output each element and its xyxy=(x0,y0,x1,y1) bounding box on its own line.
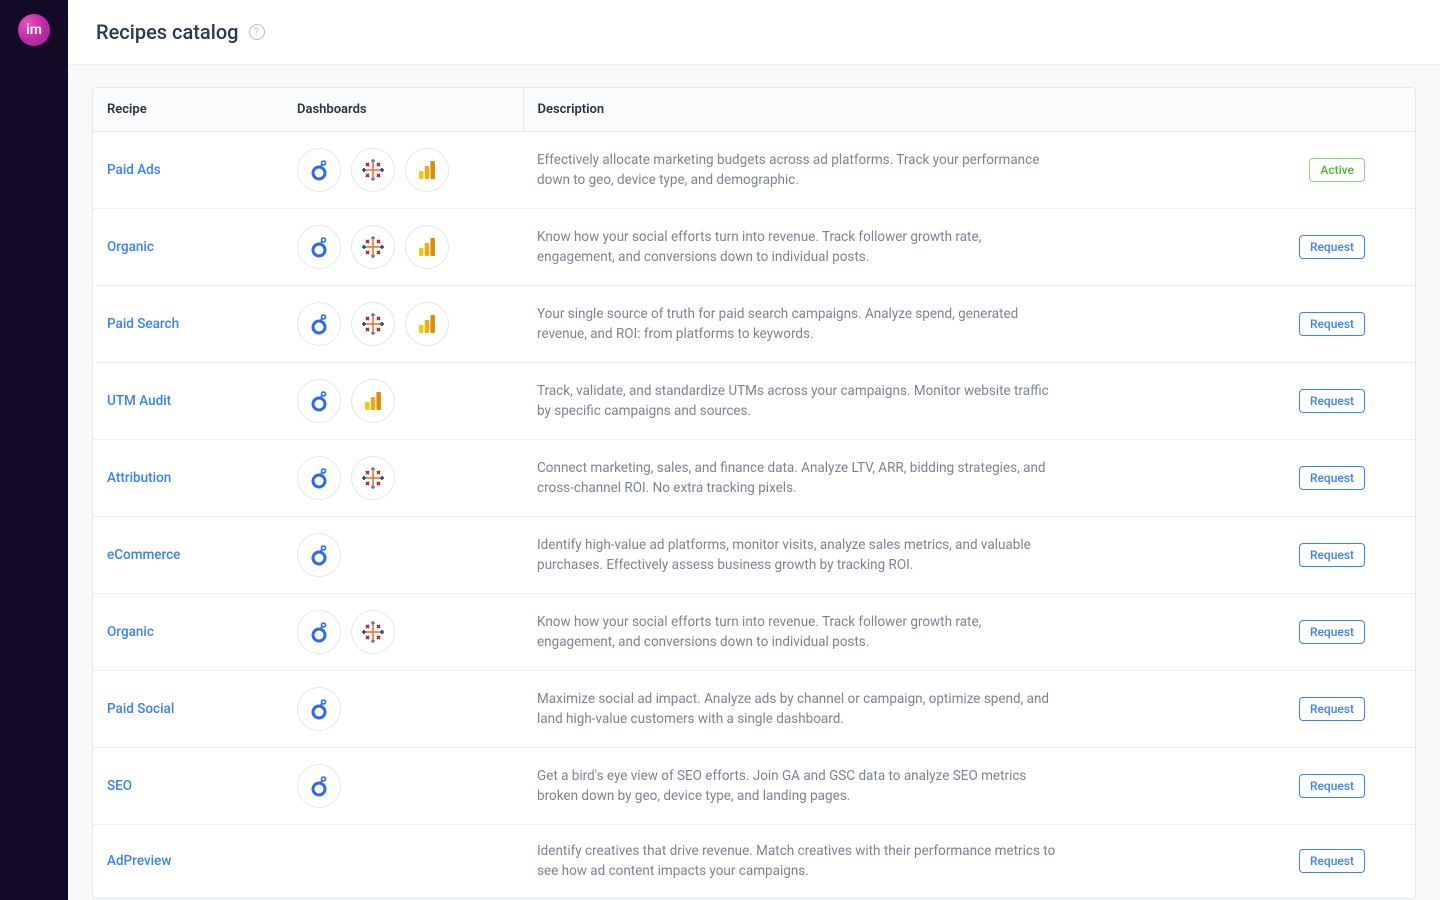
recipe-description: Get a bird's eye view of SEO efforts. Jo… xyxy=(537,766,1057,807)
recipe-description: Your single source of truth for paid sea… xyxy=(537,304,1057,345)
dashboards-cell xyxy=(297,687,509,731)
tableau-dashboard-icon[interactable] xyxy=(351,148,395,192)
table-row: UTM Audit Track, validate, and standardi… xyxy=(93,363,1415,440)
recipe-link[interactable]: SEO xyxy=(107,778,132,794)
recipe-link[interactable]: Attribution xyxy=(107,470,171,486)
tableau-icon xyxy=(361,466,385,490)
request-button[interactable]: Request xyxy=(1299,235,1365,259)
looker-dashboard-icon[interactable] xyxy=(297,302,341,346)
table-row: SEO Get a bird's eye view of SEO efforts… xyxy=(93,748,1415,825)
recipe-description: Connect marketing, sales, and finance da… xyxy=(537,458,1057,499)
logo-text: im xyxy=(26,22,42,38)
looker-icon xyxy=(307,389,331,413)
request-button[interactable]: Request xyxy=(1299,849,1365,873)
looker-dashboard-icon[interactable] xyxy=(297,456,341,500)
looker-icon xyxy=(307,235,331,259)
dashboards-cell xyxy=(297,456,509,500)
looker-dashboard-icon[interactable] xyxy=(297,687,341,731)
powerbi-dashboard-icon[interactable] xyxy=(405,225,449,269)
dashboards-cell xyxy=(297,148,509,192)
powerbi-dashboard-icon[interactable] xyxy=(405,148,449,192)
sidebar: im xyxy=(0,0,68,900)
table-header-row: Recipe Dashboards Description xyxy=(93,88,1415,132)
app-logo[interactable]: im xyxy=(18,14,50,46)
content-area: Recipe Dashboards Description Paid Ads xyxy=(68,65,1440,900)
dashboards-cell xyxy=(297,225,509,269)
recipe-description: Identify creatives that drive revenue. M… xyxy=(537,841,1057,882)
powerbi-icon xyxy=(415,158,439,182)
tableau-dashboard-icon[interactable] xyxy=(351,225,395,269)
looker-dashboard-icon[interactable] xyxy=(297,610,341,654)
recipes-table: Recipe Dashboards Description Paid Ads xyxy=(92,87,1416,899)
col-actions xyxy=(1265,88,1415,132)
recipe-link[interactable]: Paid Search xyxy=(107,316,179,332)
recipe-link[interactable]: Paid Social xyxy=(107,701,174,717)
status-badge-active: Active xyxy=(1309,158,1365,182)
looker-icon xyxy=(307,158,331,182)
recipe-link[interactable]: Organic xyxy=(107,624,154,640)
looker-icon xyxy=(307,620,331,644)
help-icon[interactable]: ? xyxy=(249,24,265,40)
tableau-icon xyxy=(361,620,385,644)
looker-icon xyxy=(307,466,331,490)
tableau-dashboard-icon[interactable] xyxy=(351,456,395,500)
powerbi-icon xyxy=(361,389,385,413)
powerbi-icon xyxy=(415,312,439,336)
table-row: Organic Know how your social efforts xyxy=(93,594,1415,671)
recipe-link[interactable]: eCommerce xyxy=(107,547,180,563)
dashboards-cell xyxy=(297,533,509,577)
looker-icon xyxy=(307,312,331,336)
request-button[interactable]: Request xyxy=(1299,620,1365,644)
tableau-dashboard-icon[interactable] xyxy=(351,302,395,346)
looker-dashboard-icon[interactable] xyxy=(297,764,341,808)
request-button[interactable]: Request xyxy=(1299,466,1365,490)
powerbi-dashboard-icon[interactable] xyxy=(351,379,395,423)
looker-icon xyxy=(307,697,331,721)
recipe-link[interactable]: Organic xyxy=(107,239,154,255)
recipe-link[interactable]: UTM Audit xyxy=(107,393,171,409)
dashboards-cell xyxy=(297,610,509,654)
request-button[interactable]: Request xyxy=(1299,312,1365,336)
dashboards-cell xyxy=(297,379,509,423)
page-header: Recipes catalog ? xyxy=(68,0,1440,65)
col-description: Description xyxy=(523,88,1265,132)
dashboards-cell xyxy=(297,302,509,346)
tableau-icon xyxy=(361,235,385,259)
table-row: eCommerce Identify high-value ad platfor… xyxy=(93,517,1415,594)
table-row: Paid Social Maximize social ad impact. A… xyxy=(93,671,1415,748)
table-row: Paid Search Yo xyxy=(93,286,1415,363)
recipe-description: Maximize social ad impact. Analyze ads b… xyxy=(537,689,1057,730)
tableau-dashboard-icon[interactable] xyxy=(351,610,395,654)
looker-dashboard-icon[interactable] xyxy=(297,148,341,192)
tableau-icon xyxy=(361,312,385,336)
recipe-description: Effectively allocate marketing budgets a… xyxy=(537,150,1057,191)
looker-icon xyxy=(307,774,331,798)
recipe-description: Know how your social efforts turn into r… xyxy=(537,227,1057,268)
looker-dashboard-icon[interactable] xyxy=(297,225,341,269)
table-row: Organic Know h xyxy=(93,209,1415,286)
request-button[interactable]: Request xyxy=(1299,697,1365,721)
tableau-icon xyxy=(361,158,385,182)
recipe-link[interactable]: Paid Ads xyxy=(107,162,161,178)
col-recipe: Recipe xyxy=(93,88,283,132)
looker-dashboard-icon[interactable] xyxy=(297,533,341,577)
powerbi-icon xyxy=(415,235,439,259)
request-button[interactable]: Request xyxy=(1299,389,1365,413)
recipe-link[interactable]: AdPreview xyxy=(107,853,171,869)
page-title: Recipes catalog xyxy=(96,20,239,44)
main-area: Recipes catalog ? Recipe Dashboards Desc… xyxy=(68,0,1440,900)
powerbi-dashboard-icon[interactable] xyxy=(405,302,449,346)
recipe-description: Track, validate, and standardize UTMs ac… xyxy=(537,381,1057,422)
col-dashboards: Dashboards xyxy=(283,88,523,132)
table-row: Attribution Connect marketing, sales xyxy=(93,440,1415,517)
looker-dashboard-icon[interactable] xyxy=(297,379,341,423)
looker-icon xyxy=(307,543,331,567)
recipe-description: Know how your social efforts turn into r… xyxy=(537,612,1057,653)
request-button[interactable]: Request xyxy=(1299,774,1365,798)
recipe-description: Identify high-value ad platforms, monito… xyxy=(537,535,1057,576)
dashboards-cell xyxy=(297,764,509,808)
table-row: Paid Ads Effec xyxy=(93,132,1415,209)
table-row: AdPreview Identify creatives that drive r… xyxy=(93,825,1415,898)
request-button[interactable]: Request xyxy=(1299,543,1365,567)
